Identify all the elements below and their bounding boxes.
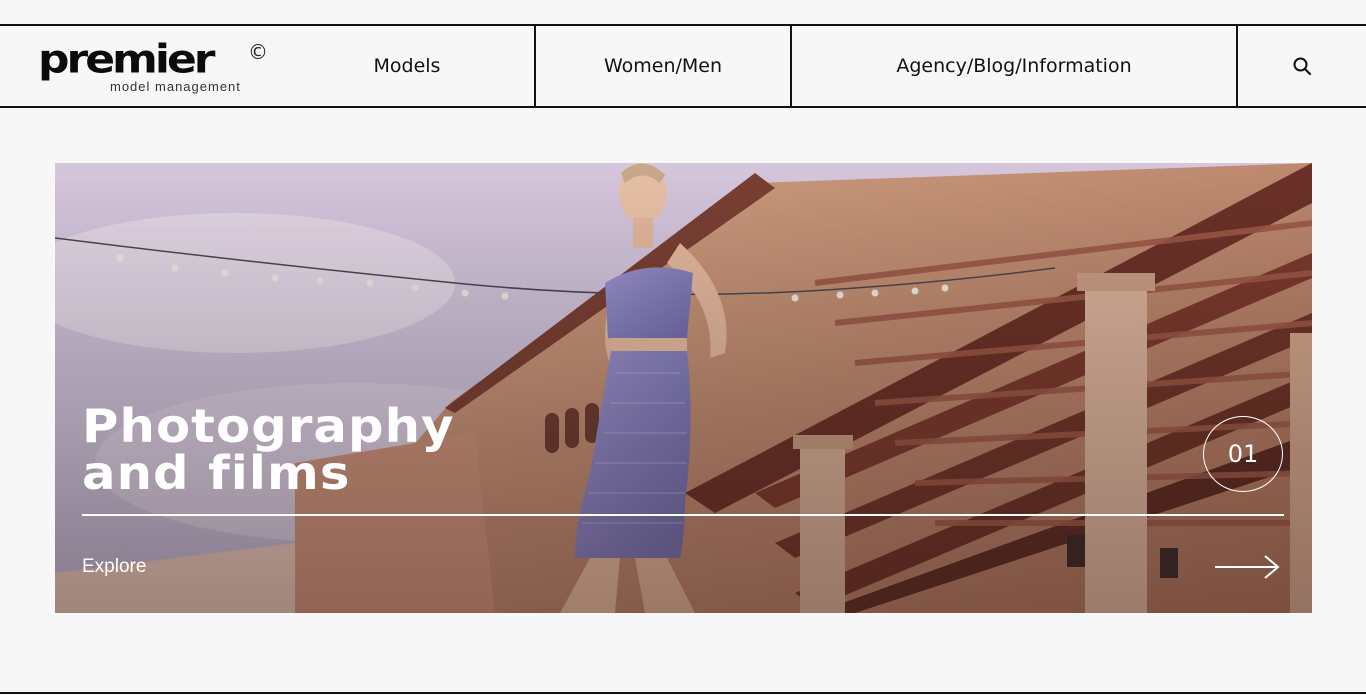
slide-counter-value: 01 [1227, 440, 1259, 468]
explore-link[interactable]: Explore [82, 556, 146, 578]
top-nav: premier © model management Models Women/… [0, 24, 1366, 108]
nav-item-agency-blog-information[interactable]: Agency/Blog/Information [790, 26, 1236, 106]
nav-item-label: Agency/Blog/Information [896, 55, 1132, 77]
page-divider [0, 692, 1366, 694]
search-icon [1293, 57, 1312, 76]
hero-title-line-2: and films [82, 446, 351, 500]
search-button[interactable] [1236, 26, 1366, 106]
nav-item-women-men[interactable]: Women/Men [534, 26, 790, 106]
slide-counter: 01 [1203, 416, 1283, 492]
copyright-mark: © [248, 40, 268, 64]
arrow-right-icon[interactable] [1213, 553, 1283, 581]
nav-item-models[interactable]: Models [280, 26, 534, 106]
hero-image [55, 163, 1312, 613]
nav-item-label: Models [373, 55, 441, 77]
hero-slide[interactable]: Photography and films 01 Explore [55, 163, 1312, 613]
hero-title: Photography and films [82, 403, 644, 497]
nav-item-label: Women/Men [603, 55, 723, 77]
brand-wordmark: premier [38, 36, 216, 83]
hero-divider [82, 514, 1284, 516]
brand-tagline: model management [110, 79, 241, 94]
brand-logo[interactable]: premier © model management [0, 26, 280, 106]
hero-title-line-1: Photography [82, 399, 455, 453]
